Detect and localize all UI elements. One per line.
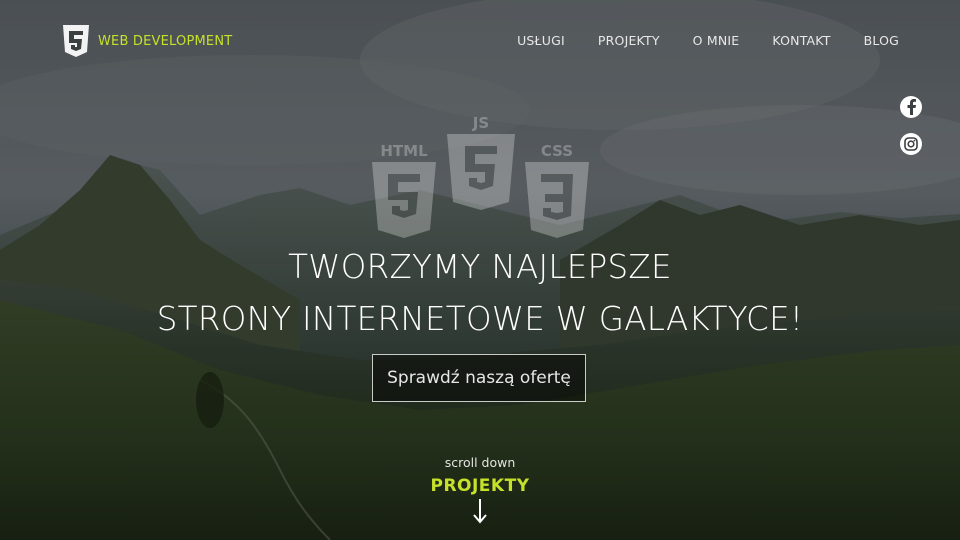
offer-button[interactable]: Sprawdź naszą ofertę xyxy=(372,354,586,402)
headline-line-1: TWORZYMY NAJLEPSZE xyxy=(288,248,672,286)
brand-name: WEB DEVELOPMENT xyxy=(98,33,233,49)
js-badge: JS xyxy=(447,114,515,210)
svg-text:CSS: CSS xyxy=(541,142,573,160)
headline-line-2: STRONY INTERNETOWE W GALAKTYCE! xyxy=(156,300,804,338)
instagram-icon[interactable] xyxy=(900,133,922,155)
brand[interactable]: WEB DEVELOPMENT xyxy=(62,24,232,58)
social-links xyxy=(900,96,922,155)
main-nav: USŁUGI PROJEKTY O MNIE KONTAKT BLOG xyxy=(517,33,899,48)
svg-text:JS: JS xyxy=(472,114,489,132)
nav-item-o-mnie[interactable]: O MNIE xyxy=(693,33,740,48)
nav-item-uslugi[interactable]: USŁUGI xyxy=(517,33,565,48)
facebook-icon[interactable] xyxy=(900,96,922,118)
logo-icon xyxy=(63,25,89,57)
scroll-target-link[interactable]: PROJEKTY xyxy=(0,476,960,496)
nav-item-kontakt[interactable]: KONTAKT xyxy=(772,33,830,48)
tech-badges: HTML JS CSS xyxy=(372,114,589,238)
nav-item-projekty[interactable]: PROJEKTY xyxy=(598,33,660,48)
html5-badge: HTML xyxy=(372,142,436,238)
svg-text:HTML: HTML xyxy=(380,142,428,160)
scroll-down-hint: scroll down xyxy=(444,455,516,470)
arrow-down-icon[interactable] xyxy=(471,498,489,524)
nav-item-blog[interactable]: BLOG xyxy=(864,33,899,48)
css3-badge: CSS xyxy=(525,142,589,238)
